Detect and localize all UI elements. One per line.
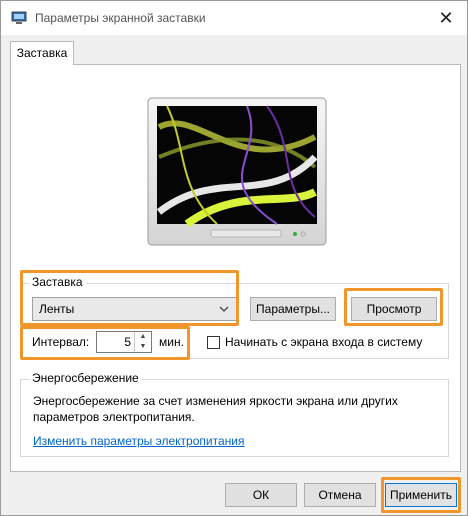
interval-label: Интервал:	[32, 335, 90, 349]
monitor-icon	[11, 11, 27, 24]
screensaver-group-label: Заставка	[29, 275, 86, 289]
preview-monitor	[147, 97, 327, 250]
screensaver-select[interactable]: Ленты	[32, 297, 237, 321]
logon-checkbox[interactable]	[207, 336, 220, 349]
cancel-button[interactable]: Отмена	[304, 483, 376, 507]
chevron-down-icon	[219, 306, 229, 312]
power-settings-link[interactable]: Изменить параметры электропитания	[33, 434, 244, 448]
interval-unit: мин.	[159, 335, 184, 349]
power-description-line2: параметров электропитания.	[33, 410, 195, 424]
settings-button[interactable]: Параметры...	[250, 297, 336, 321]
interval-spinner[interactable]: 5 ▲ ▼	[96, 331, 152, 353]
window-title: Параметры экранной заставки	[35, 11, 206, 25]
screensaver-preview	[147, 97, 327, 246]
screensaver-select-value: Ленты	[39, 302, 75, 316]
apply-button[interactable]: Применить	[385, 483, 457, 507]
interval-value: 5	[124, 335, 131, 349]
ok-button[interactable]: ОК	[225, 483, 297, 507]
interval-spin-buttons: ▲ ▼	[134, 332, 151, 352]
arrow-up-icon[interactable]: ▲	[135, 332, 151, 342]
tab-panel: Заставка Ленты Параметры... Просмотр Инт…	[10, 64, 461, 472]
preview-button[interactable]: Просмотр	[351, 297, 437, 321]
logon-checkbox-label[interactable]: Начинать с экрана входа в систему	[225, 335, 422, 349]
close-icon[interactable]: ✕	[435, 7, 457, 29]
power-group-label: Энергосбережение	[29, 371, 142, 385]
tab-screensaver[interactable]: Заставка	[10, 41, 74, 65]
title-bar[interactable]: Параметры экранной заставки ✕	[1, 1, 467, 35]
screensaver-settings-window: Параметры экранной заставки ✕ Заставка З…	[0, 0, 468, 516]
arrow-down-icon[interactable]: ▼	[135, 342, 151, 352]
power-description-line1: Энергосбережение за счет изменения яркос…	[33, 394, 398, 408]
